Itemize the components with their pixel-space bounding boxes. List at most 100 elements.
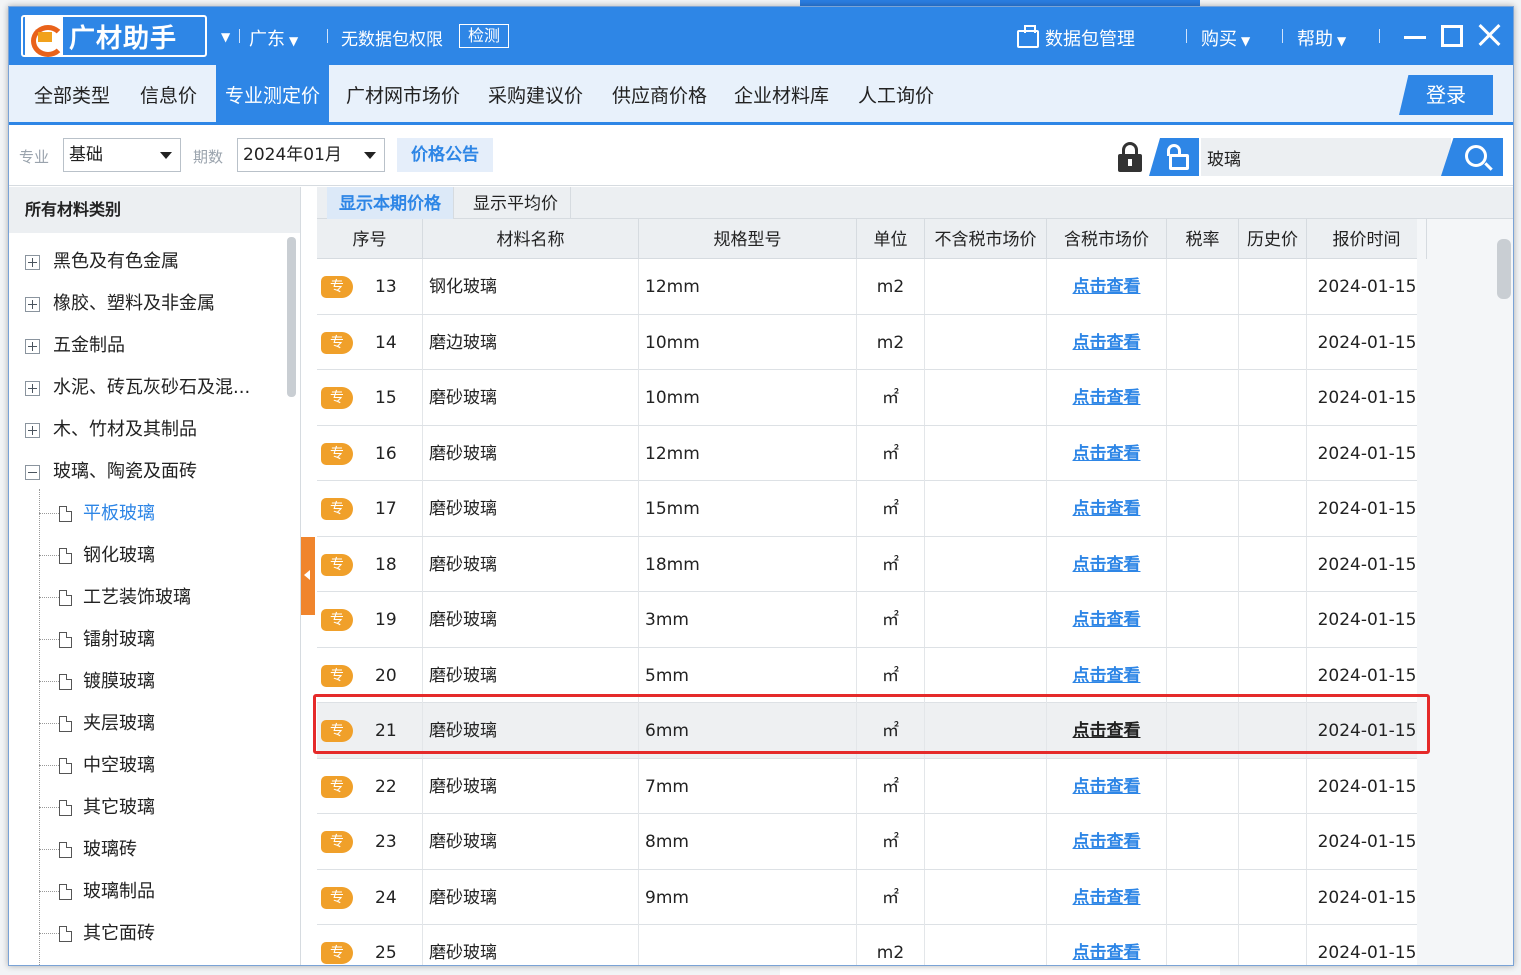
help-dropdown[interactable]: 帮助 ▼ [1297,25,1346,51]
tax-rate-cell [1167,425,1239,481]
view-price-link[interactable]: 点击查看 [1073,444,1141,464]
leaf-label: 中空玻璃 [83,755,155,776]
view-price-link[interactable]: 点击查看 [1073,333,1141,353]
expand-icon[interactable] [25,381,40,396]
column-header-spec[interactable]: 规格型号 [639,219,857,259]
history-cell[interactable] [1239,536,1307,592]
document-icon [59,674,72,690]
table-row[interactable]: 专 22 磨砂玻璃 7mm ㎡ 点击查看 2024-01-15 [317,758,1417,814]
table-row[interactable]: 专 24 磨砂玻璃 9mm ㎡ 点击查看 2024-01-15 [317,869,1417,925]
table-row[interactable]: 专 15 磨砂玻璃 10mm ㎡ 点击查看 2024-01-15 [317,370,1417,426]
sidebar-scrollbar[interactable] [287,237,296,397]
expand-icon[interactable] [25,423,40,438]
view-price-link[interactable]: 点击查看 [1073,777,1141,797]
table-row[interactable]: 专 13 钢化玻璃 12mm m2 点击查看 2024-01-15 [317,259,1417,315]
leaf-label: 玻璃砖 [83,839,137,860]
history-cell[interactable] [1239,259,1307,314]
column-header-quote-time[interactable]: 报价时间 [1307,219,1427,259]
login-button[interactable]: 登录 [1399,75,1493,115]
search-input[interactable] [1201,138,1451,176]
column-header-price-with-tax[interactable]: 含税市场价 [1047,219,1167,259]
tab-enterprise-library[interactable]: 企业材料库 [725,65,838,122]
view-price-link[interactable]: 点击查看 [1073,277,1141,297]
tab-all-types[interactable]: 全部类型 [25,65,119,122]
minimize-button[interactable] [1404,36,1426,39]
table-row[interactable]: 专 21 磨砂玻璃 6mm ㎡ 点击查看 2024-01-15 [317,703,1417,759]
sidebar-collapse-handle[interactable] [301,537,315,615]
column-header-price-no-tax[interactable]: 不含税市场价 [925,219,1047,259]
separator [1186,29,1187,43]
expand-icon[interactable] [25,297,40,312]
buy-dropdown[interactable]: 购买 ▼ [1201,25,1250,51]
detect-button[interactable]: 检测 [459,24,510,48]
separator [1379,29,1380,43]
collapse-icon[interactable] [25,465,40,480]
close-button[interactable] [1475,21,1503,49]
professional-badge: 专 [321,664,353,687]
column-header-no[interactable]: 序号 [317,219,423,259]
view-price-link[interactable]: 点击查看 [1073,832,1141,852]
table-row[interactable]: 专 19 磨砂玻璃 3mm ㎡ 点击查看 2024-01-15 [317,592,1417,648]
history-cell[interactable] [1239,869,1307,925]
expand-icon[interactable] [25,255,40,270]
table-scrollbar[interactable] [1497,239,1511,299]
table-row[interactable]: 专 17 磨砂玻璃 15mm ㎡ 点击查看 2024-01-15 [317,481,1417,537]
tab-average-price[interactable]: 显示平均价 [461,187,571,219]
quote-time-cell: 2024-01-15 [1317,443,1417,464]
quote-time-cell: 2024-01-15 [1317,554,1417,575]
menu-dropdown[interactable]: ▼ [217,25,230,46]
view-price-link[interactable]: 点击查看 [1073,888,1141,908]
data-package-button[interactable]: 数据包管理 [1017,25,1135,51]
history-cell[interactable] [1239,758,1307,814]
view-price-link[interactable]: 点击查看 [1073,388,1141,408]
history-cell[interactable] [1239,814,1307,869]
table-row[interactable]: 专 16 磨砂玻璃 12mm ㎡ 点击查看 2024-01-15 [317,425,1417,481]
lock-icon[interactable] [1116,142,1144,172]
tab-labor-inquiry[interactable]: 人工询价 [849,65,943,122]
history-cell[interactable] [1239,370,1307,425]
view-price-link[interactable]: 点击查看 [1073,943,1141,963]
tax-rate-cell [1167,869,1239,925]
history-cell[interactable] [1239,925,1307,965]
quote-time-cell: 2024-01-15 [1317,943,1417,963]
column-header-tax-rate[interactable]: 税率 [1167,219,1239,259]
unlock-icon[interactable] [1149,138,1199,176]
table-row[interactable]: 专 14 磨边玻璃 10mm m2 点击查看 2024-01-15 [317,314,1417,370]
row-number: 25 [375,943,397,963]
region-dropdown[interactable]: 广东 ▼ [249,25,298,51]
history-cell[interactable] [1239,425,1307,481]
table-row[interactable]: 专 23 磨砂玻璃 8mm ㎡ 点击查看 2024-01-15 [317,814,1417,870]
view-price-link[interactable]: 点击查看 [1073,610,1141,630]
history-cell[interactable] [1239,647,1307,703]
unit-cell: ㎡ [857,425,925,481]
history-cell[interactable] [1239,703,1307,758]
tab-professional-price[interactable]: 专业测定价 [216,65,330,122]
history-cell[interactable] [1239,592,1307,647]
price-notice-button[interactable]: 价格公告 [397,138,493,172]
professional-badge: 专 [321,720,353,742]
history-cell[interactable] [1239,314,1307,370]
view-price-link[interactable]: 点击查看 [1073,499,1141,519]
title-bar: 广材助手 ▼ 广东 ▼ 无数据包权限 检测 数据包管理 购买 ▼ 帮助 ▼ [9,7,1513,65]
period-select[interactable]: 2024年01月 [237,138,385,172]
history-cell[interactable] [1239,481,1307,536]
maximize-button[interactable] [1441,25,1463,47]
view-price-link[interactable]: 点击查看 [1073,721,1141,741]
column-header-name[interactable]: 材料名称 [423,219,639,259]
tab-market-price[interactable]: 广材网市场价 [337,65,469,122]
column-header-unit[interactable]: 单位 [857,219,925,259]
major-select[interactable]: 基础 [63,138,181,172]
tab-supplier-price[interactable]: 供应商价格 [603,65,716,122]
table-row[interactable]: 专 25 磨砂玻璃 m2 点击查看 2024-01-15 [317,925,1417,965]
tax-rate-cell [1167,703,1239,758]
view-price-link[interactable]: 点击查看 [1073,555,1141,575]
tab-info-price[interactable]: 信息价 [131,65,206,122]
view-price-link[interactable]: 点击查看 [1073,666,1141,686]
column-header-history[interactable]: 历史价 [1239,219,1307,259]
expand-icon[interactable] [25,339,40,354]
table-row[interactable]: 专 20 磨砂玻璃 5mm ㎡ 点击查看 2024-01-15 [317,647,1417,703]
tab-purchase-advice[interactable]: 采购建议价 [479,65,592,122]
table-row[interactable]: 专 18 磨砂玻璃 18mm ㎡ 点击查看 2024-01-15 [317,536,1417,592]
tab-current-price[interactable]: 显示本期价格 [327,187,454,219]
professional-badge: 专 [321,331,353,354]
